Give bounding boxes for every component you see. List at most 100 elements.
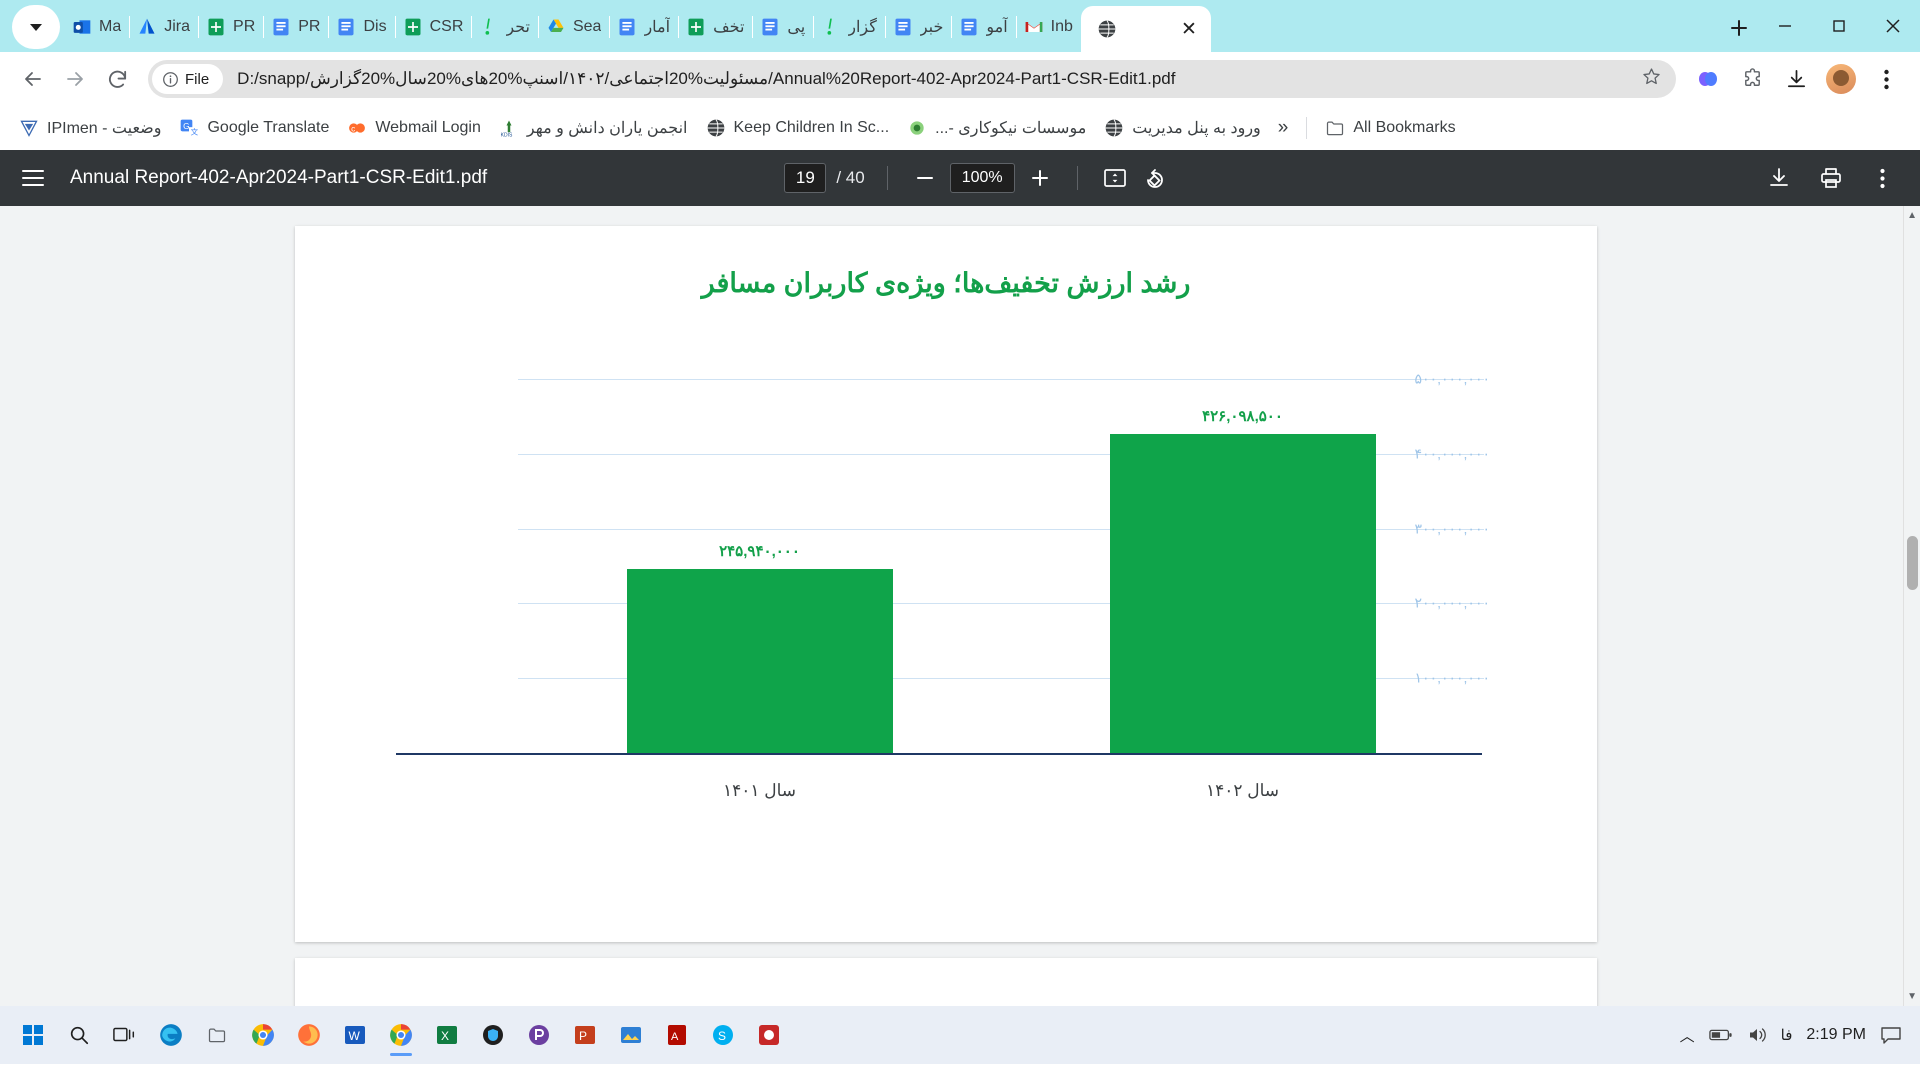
all-bookmarks-button[interactable]: All Bookmarks (1317, 113, 1463, 143)
window-minimize-button[interactable] (1758, 4, 1812, 48)
taskbar-item-excel[interactable]: X (424, 1012, 470, 1058)
pdf-print-button[interactable] (1816, 163, 1846, 193)
browser-tab[interactable]: Dis (328, 5, 394, 49)
downloads-button[interactable] (1776, 59, 1816, 99)
zoom-out-button[interactable] (910, 163, 940, 193)
scroll-up-arrow[interactable]: ▲ (1907, 210, 1917, 221)
extensions-button[interactable] (1732, 59, 1772, 99)
browser-tab[interactable]: CSR (394, 5, 472, 49)
taskbar-item-acrobat[interactable]: A (654, 1012, 700, 1058)
battery-icon[interactable] (1708, 1027, 1733, 1043)
minimize-icon (1779, 25, 1791, 27)
extension-brain-icon[interactable] (1688, 59, 1728, 99)
taskbar-item-app-purple[interactable] (516, 1012, 562, 1058)
rotate-button[interactable] (1140, 163, 1170, 193)
browser-toolbar: File D:/snapp/مسئولیت%20اجتماعی/۱۴۰۲/اسن… (0, 52, 1920, 106)
pdf-file-title: Annual Report-402-Apr2024-Part1-CSR-Edit… (70, 167, 488, 188)
zoom-in-button[interactable] (1025, 163, 1055, 193)
browser-tab[interactable]: Jira (129, 5, 198, 49)
taskbar-item-start[interactable] (10, 1012, 56, 1058)
taskbar-item-chrome-active[interactable] (378, 1012, 424, 1058)
language-indicator[interactable]: فا (1781, 1026, 1793, 1044)
back-button[interactable] (14, 60, 52, 98)
purple-icon (527, 1023, 551, 1047)
taskbar-item-task-view[interactable] (102, 1012, 148, 1058)
taskbar-item-powerpoint[interactable]: P (562, 1012, 608, 1058)
brain-icon (1699, 72, 1717, 86)
browser-tab[interactable]: آمو (951, 5, 1015, 49)
taskbar-item-edge[interactable] (148, 1012, 194, 1058)
bookmark-item[interactable]: موسسات نیکوکاری -... (898, 113, 1095, 143)
bookmark-item[interactable]: وضعیت - IPImen (10, 113, 170, 143)
taskbar-item-skype[interactable]: S (700, 1012, 746, 1058)
taskbar-item-chrome[interactable] (240, 1012, 286, 1058)
browser-tab[interactable]: PR (263, 5, 328, 49)
file-scheme-chip[interactable]: File (152, 64, 224, 94)
bookmark-item[interactable]: c Webmail Login (338, 113, 490, 143)
taskbar-item-search[interactable] (56, 1012, 102, 1058)
browser-tab[interactable]: Sea (537, 5, 609, 49)
bookmark-item[interactable]: G 文 Google Translate (170, 113, 338, 143)
tab-label: خبر (919, 19, 944, 36)
browser-tab[interactable]: پی (752, 5, 813, 49)
bookmark-item[interactable]: Keep Children In Sc... (697, 113, 899, 143)
print-icon (1821, 168, 1841, 188)
bookmark-item[interactable]: KDIS انجمن یاران دانش و مهر (490, 113, 697, 143)
tab-search-button[interactable] (12, 5, 60, 49)
tab-label: گزار (848, 19, 877, 36)
download-icon (1770, 168, 1788, 186)
fit-page-button[interactable] (1100, 163, 1130, 193)
taskbar-item-photos[interactable] (608, 1012, 654, 1058)
notification-icon[interactable] (1880, 1025, 1902, 1045)
browser-tab[interactable]: خبر (884, 5, 952, 49)
pdf-document-area[interactable]: رشد ارزش تخفیف‌ها؛ ویژه‌ی کاربران مسافر … (0, 206, 1920, 1006)
tab-close-button[interactable]: ✕ (1181, 20, 1197, 39)
reload-button[interactable] (98, 60, 136, 98)
taskbar-item-bitwarden[interactable] (470, 1012, 516, 1058)
chart-gridline (518, 379, 1484, 380)
chrome-icon (250, 1022, 276, 1048)
bookmark-item[interactable]: ورود به پنل مدیریت (1095, 113, 1269, 143)
browser-tab[interactable]: Ma (64, 5, 129, 49)
folder-icon (1327, 121, 1344, 135)
scrollbar-thumb[interactable] (1907, 536, 1918, 590)
jira-icon (137, 17, 157, 37)
hamburger-icon[interactable] (22, 170, 44, 186)
zoom-level-input[interactable]: 100% (949, 163, 1015, 193)
browser-tab-strip: Ma Jira PR PR Dis CSR تحر Sea آمار تخف پی گزار خبر آم… (0, 0, 1920, 52)
volume-icon[interactable] (1747, 1026, 1767, 1044)
page-number-input[interactable]: 19 (784, 163, 827, 193)
browser-tab[interactable]: آمار (609, 5, 678, 49)
browser-tab-active[interactable]: ✕ (1080, 6, 1211, 52)
pdf-download-button[interactable] (1764, 163, 1794, 193)
scroll-down-arrow[interactable]: ▼ (1907, 991, 1917, 1002)
taskbar-item-app-red[interactable] (746, 1012, 792, 1058)
pdf-scrollbar[interactable]: ▲ ▼ (1903, 206, 1920, 1006)
profile-avatar[interactable] (1826, 64, 1856, 94)
bookmark-star-button[interactable] (1635, 66, 1668, 92)
pdf-page-next (295, 958, 1597, 1006)
new-tab-button[interactable] (1720, 9, 1758, 47)
taskbar-item-firefox[interactable] (286, 1012, 332, 1058)
docs-icon (617, 17, 637, 37)
browser-tab[interactable]: PR (198, 5, 263, 49)
drive-icon (546, 17, 566, 37)
taskbar-item-file-explorer[interactable] (194, 1012, 240, 1058)
bookmarks-overflow-button[interactable]: » (1270, 117, 1297, 139)
window-close-button[interactable] (1866, 4, 1920, 48)
forward-button[interactable] (56, 60, 94, 98)
browser-tab[interactable]: تخف (678, 5, 752, 49)
address-bar[interactable]: File D:/snapp/مسئولیت%20اجتماعی/۱۴۰۲/اسن… (148, 60, 1676, 98)
taskbar-item-word[interactable]: W (332, 1012, 378, 1058)
window-maximize-button[interactable] (1812, 4, 1866, 48)
tray-overflow-button[interactable]: ︿ (1680, 1025, 1695, 1046)
taskbar-clock[interactable]: 2:19 PM (1806, 1026, 1866, 1044)
browser-tab[interactable]: تحر (471, 5, 538, 49)
browser-tab[interactable]: Inb (1015, 5, 1081, 49)
url-text[interactable]: D:/snapp/مسئولیت%20اجتماعی/۱۴۰۲/اسنپ%20ه… (237, 69, 1635, 89)
browser-tab[interactable]: گزار (813, 5, 885, 49)
pdf-more-button[interactable] (1868, 163, 1898, 193)
chrome-menu-button[interactable] (1866, 59, 1906, 99)
globe-icon (1104, 118, 1124, 138)
windows-icon (21, 1023, 45, 1047)
